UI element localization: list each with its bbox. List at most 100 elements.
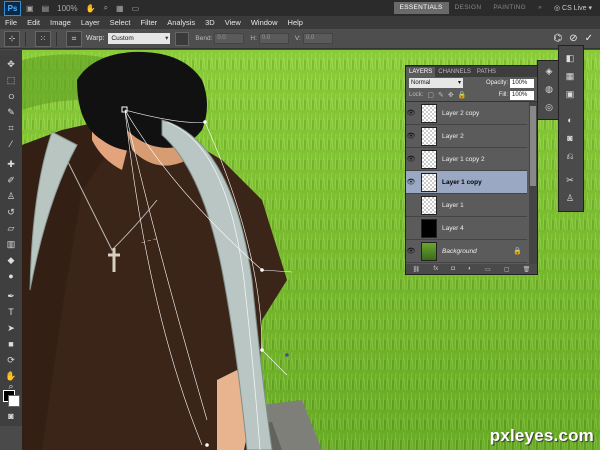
layers-panel-icon[interactable]: ◈ (542, 65, 556, 78)
quick-select-tool-icon[interactable]: ✎ (3, 106, 19, 118)
3d-rotate-tool-icon[interactable]: ⟳ (3, 354, 19, 366)
crop-tool-icon[interactable]: ⌗ (3, 122, 19, 134)
lock-all-icon[interactable]: 🔒 (458, 91, 467, 99)
menu-filter[interactable]: Filter (136, 18, 163, 27)
paths-panel-icon[interactable]: ◎ (542, 101, 556, 114)
tab-paths[interactable]: PATHS (474, 67, 499, 77)
marquee-tool-icon[interactable]: ⬚ (3, 74, 19, 86)
shape-tool-icon[interactable]: ■ (3, 338, 19, 350)
layers-scrollbar[interactable] (529, 102, 537, 264)
styles-panel-icon[interactable]: ▣ (563, 88, 577, 101)
warp-control-point[interactable] (205, 443, 209, 447)
eraser-tool-icon[interactable]: ▱ (3, 222, 19, 234)
warp-control-point[interactable] (260, 268, 264, 272)
clone-source-icon[interactable]: ♙ (563, 192, 577, 205)
zoom-icon[interactable]: ⌕ (104, 3, 108, 13)
new-layer-icon[interactable]: ▢ (504, 266, 510, 273)
screen-mode-icon[interactable]: ▭ (132, 4, 140, 13)
layer-row-selected[interactable]: 👁 Layer 1 copy (406, 171, 527, 194)
bridge-icon[interactable]: ▣ (26, 4, 34, 13)
warp-control-point[interactable] (285, 353, 289, 357)
tab-channels[interactable]: CHANNELS (435, 67, 474, 77)
warp-orientation-button[interactable] (175, 31, 190, 46)
menu-view[interactable]: View (220, 18, 246, 27)
lock-transparent-icon[interactable]: ▢ (427, 91, 434, 99)
lock-position-icon[interactable]: ✥ (448, 91, 454, 99)
cs-live-button[interactable]: ◎ CS Live ▾ (554, 4, 592, 12)
gradient-tool-icon[interactable]: ▥ (3, 238, 19, 250)
hand-icon[interactable]: ✋ (86, 4, 96, 13)
visibility-eye-icon[interactable]: 👁 (406, 109, 416, 117)
warp-control-point[interactable] (203, 120, 207, 124)
masks-panel-icon[interactable]: ◙ (563, 132, 577, 145)
visibility-eye-icon[interactable]: 👁 (406, 155, 416, 163)
layer-row[interactable]: Layer 4 (406, 217, 527, 240)
quick-mask-icon[interactable]: ◙ (3, 410, 19, 422)
workspace-design[interactable]: DESIGN (449, 2, 488, 14)
zoom-level[interactable]: 100% (57, 4, 77, 13)
layer-row[interactable]: 👁 Layer 2 copy (406, 102, 527, 125)
clone-stamp-tool-icon[interactable]: ♙ (3, 190, 19, 202)
lock-pixels-icon[interactable]: ✎ (438, 91, 444, 99)
healing-brush-tool-icon[interactable]: ✚ (3, 158, 19, 170)
fill-field[interactable]: 100% (510, 90, 534, 100)
delete-layer-icon[interactable]: 🗑 (523, 266, 531, 273)
layer-row[interactable]: Layer 1 (406, 194, 527, 217)
layer-row[interactable]: 👁 Layer 1 copy 2 (406, 148, 527, 171)
v-distortion-field[interactable]: 0.0 (302, 33, 333, 44)
dodge-tool-icon[interactable]: ● (3, 270, 19, 282)
workspace-painting[interactable]: PAINTING (487, 2, 532, 14)
visibility-eye-icon[interactable]: 👁 (406, 178, 416, 186)
menu-layer[interactable]: Layer (76, 18, 105, 27)
type-tool-icon[interactable]: T (3, 306, 19, 318)
scrollbar-thumb[interactable] (530, 106, 536, 186)
transform-tool-icon[interactable]: ⊹ (4, 30, 20, 47)
path-selection-tool-icon[interactable]: ➤ (3, 322, 19, 334)
background-color-swatch[interactable] (8, 395, 20, 407)
menu-edit[interactable]: Edit (22, 18, 45, 27)
layer-row[interactable]: 👁 Layer 2 (406, 125, 527, 148)
pen-tool-icon[interactable]: ✒ (3, 290, 19, 302)
commit-transform-icon[interactable]: ✓ (585, 33, 593, 44)
menu-image[interactable]: Image (45, 18, 76, 27)
blur-tool-icon[interactable]: ◆ (3, 254, 19, 266)
blend-mode-select[interactable]: Normal (409, 78, 463, 88)
bend-field[interactable]: 0.0 (214, 33, 245, 44)
tab-layers[interactable]: LAYERS (406, 67, 436, 77)
opacity-field[interactable]: 100% (510, 78, 534, 88)
tools-presets-icon[interactable]: ✂ (563, 174, 577, 187)
menu-analysis[interactable]: Analysis (162, 18, 200, 27)
visibility-eye-icon[interactable]: 👁 (406, 132, 416, 140)
warp-mode-icon[interactable]: ⌗ (66, 30, 82, 47)
add-mask-icon[interactable]: ◘ (451, 266, 455, 272)
new-group-icon[interactable]: ▭ (485, 266, 491, 273)
arrange-documents-icon[interactable]: ▦ (116, 4, 124, 13)
link-layers-icon[interactable]: ⛓ (413, 266, 421, 273)
warp-style-select[interactable]: Custom (108, 33, 171, 44)
menu-3d[interactable]: 3D (200, 18, 220, 27)
h-distortion-field[interactable]: 0.0 (258, 33, 289, 44)
move-tool-icon[interactable]: ✥ (3, 58, 19, 70)
warp-control-point[interactable] (260, 348, 264, 352)
layer-row[interactable]: 👁 Background 🔒 (406, 240, 527, 263)
menu-select[interactable]: Select (105, 18, 136, 27)
channels-panel-icon[interactable]: ◍ (542, 83, 556, 96)
mini-bridge-icon[interactable]: ▤ (42, 4, 50, 13)
cancel-transform-icon[interactable]: ⊘ (569, 33, 577, 44)
menu-window[interactable]: Window (246, 18, 283, 27)
color-panel-icon[interactable]: ◧ (563, 52, 577, 65)
workspace-more-icon[interactable]: » (532, 2, 548, 14)
layer-style-icon[interactable]: fx (433, 266, 438, 272)
workspace-essentials[interactable]: ESSENTIALS (393, 2, 449, 14)
visibility-eye-icon[interactable]: 👁 (406, 247, 416, 255)
history-panel-icon[interactable]: ⎌ (563, 150, 577, 163)
history-brush-tool-icon[interactable]: ↺ (3, 206, 19, 218)
menu-help[interactable]: Help (283, 18, 308, 27)
swatches-panel-icon[interactable]: ▦ (563, 70, 577, 83)
eyedropper-tool-icon[interactable]: ⁄ (3, 138, 19, 150)
toggle-warp-icon[interactable]: ⌬ (553, 33, 562, 44)
menu-file[interactable]: File (0, 18, 22, 27)
brush-tool-icon[interactable]: ✐ (3, 174, 19, 186)
adjustment-layer-icon[interactable]: ◐ (468, 266, 472, 272)
adjustments-panel-icon[interactable]: ◐ (563, 114, 577, 127)
